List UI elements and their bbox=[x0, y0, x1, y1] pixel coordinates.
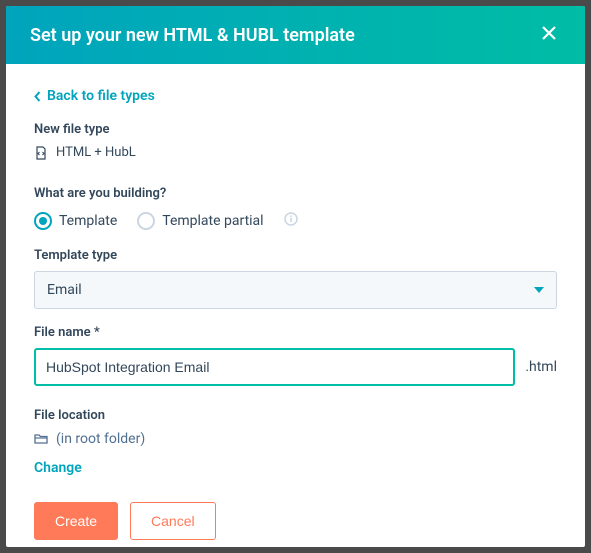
modal-body: Back to file types New file type HTML + … bbox=[6, 64, 585, 547]
file-name-input[interactable] bbox=[34, 348, 515, 386]
building-radio-group: Template Template partial bbox=[34, 211, 557, 230]
close-button[interactable] bbox=[537, 20, 561, 51]
modal-header: Set up your new HTML & HUBL template bbox=[6, 6, 585, 64]
template-type-select[interactable]: Email bbox=[34, 271, 557, 309]
back-link-label: Back to file types bbox=[47, 88, 155, 104]
caret-down-icon bbox=[534, 287, 544, 293]
modal-title: Set up your new HTML & HUBL template bbox=[30, 25, 355, 46]
building-question-label: What are you building? bbox=[34, 186, 557, 201]
file-type-value: HTML + HubL bbox=[56, 145, 136, 160]
radio-template[interactable]: Template bbox=[34, 212, 117, 230]
radio-input-partial[interactable] bbox=[137, 212, 155, 230]
file-location-label: File location bbox=[34, 408, 557, 423]
info-icon[interactable] bbox=[284, 211, 298, 230]
back-link[interactable]: Back to file types bbox=[34, 88, 557, 104]
create-button[interactable]: Create bbox=[34, 502, 118, 540]
radio-input-template[interactable] bbox=[34, 212, 52, 230]
template-type-label: Template type bbox=[34, 248, 557, 263]
radio-label-partial: Template partial bbox=[162, 213, 263, 229]
file-location-row: (in root folder) bbox=[34, 431, 557, 447]
change-location-link[interactable]: Change bbox=[34, 460, 82, 476]
modal-footer: Create Cancel bbox=[34, 502, 557, 540]
file-name-row: .html bbox=[34, 348, 557, 386]
radio-label-template: Template bbox=[59, 213, 117, 229]
folder-icon bbox=[34, 433, 48, 445]
new-file-type-label: New file type bbox=[34, 122, 557, 137]
select-value: Email bbox=[47, 282, 82, 298]
code-file-icon bbox=[34, 146, 48, 160]
chevron-left-icon bbox=[34, 91, 41, 102]
modal-dialog: Set up your new HTML & HUBL template Bac… bbox=[6, 6, 585, 547]
close-icon bbox=[541, 25, 557, 41]
cancel-button[interactable]: Cancel bbox=[130, 502, 216, 540]
file-location-value: (in root folder) bbox=[56, 431, 145, 447]
file-type-row: HTML + HubL bbox=[34, 145, 557, 160]
file-extension-label: .html bbox=[525, 359, 557, 375]
radio-template-partial[interactable]: Template partial bbox=[137, 212, 263, 230]
file-name-label: File name * bbox=[34, 325, 557, 340]
